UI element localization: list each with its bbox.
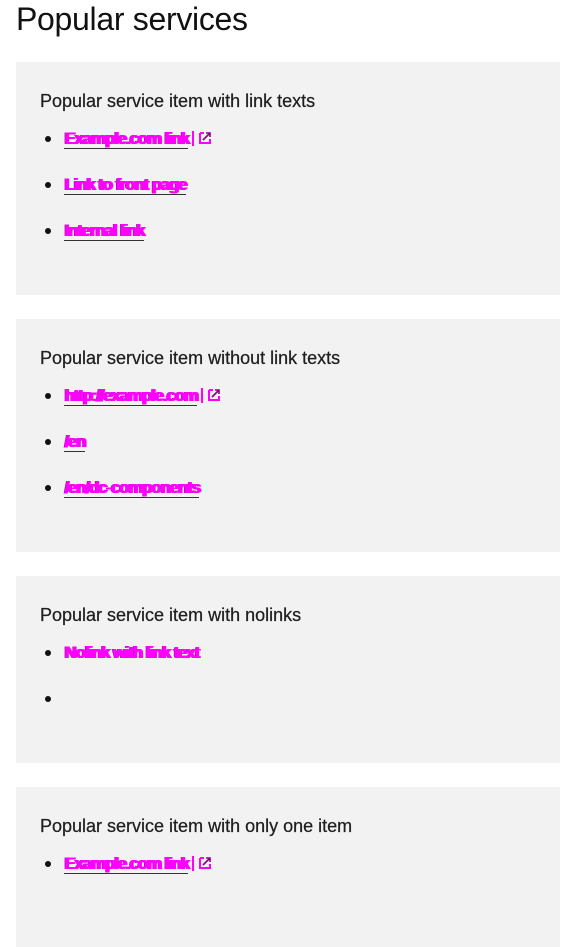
- card-title: Popular service item with only one item: [40, 816, 353, 836]
- popular-service-card: Popular service item without link texts …: [16, 319, 560, 552]
- bullet-icon: [45, 696, 51, 702]
- bullet-icon: [45, 650, 51, 656]
- card-title: Popular service item with nolinks: [40, 605, 302, 625]
- card-title: Popular service item without link texts: [40, 348, 341, 368]
- service-link-example-com[interactable]: Example.com link: [64, 129, 190, 149]
- list-item: /en/dc-components: [40, 478, 536, 525]
- bullet-icon: [45, 228, 51, 234]
- service-link-list: Example.com link: [40, 854, 536, 901]
- list-item: Nolink with link text: [40, 644, 536, 690]
- list-item: Internal link: [40, 221, 536, 268]
- popular-service-card: Popular service item with nolinks Nolink…: [16, 576, 560, 763]
- service-link-list: Example.com link Link to front page Inte…: [40, 129, 536, 268]
- separator: [201, 388, 204, 403]
- nolink-text: Nolink with link text: [64, 643, 200, 662]
- bullet-icon: [45, 182, 51, 188]
- popular-service-card: Popular service item with link texts Exa…: [16, 62, 560, 295]
- service-link-list: Nolink with link text: [40, 644, 536, 736]
- bullet-icon: [45, 136, 51, 142]
- list-item: http://example.com: [40, 386, 536, 433]
- service-link-list: http://example.com /en /en/dc-components: [40, 386, 536, 525]
- card-title: Popular service item with link texts: [40, 91, 316, 111]
- list-item: Example.com link: [40, 129, 536, 176]
- service-link-dc-components[interactable]: /en/dc-components: [64, 478, 201, 498]
- separator: [192, 856, 195, 871]
- list-item: /en: [40, 432, 536, 479]
- external-link-icon[interactable]: [197, 130, 213, 146]
- service-link-http-example[interactable]: http://example.com: [64, 386, 199, 406]
- service-link-front-page[interactable]: Link to front page: [64, 175, 187, 195]
- bullet-icon: [45, 485, 51, 491]
- service-link-en[interactable]: /en: [64, 432, 86, 452]
- popular-service-card: Popular service item with only one item …: [16, 787, 560, 947]
- separator: [192, 131, 195, 146]
- list-item: Example.com link: [40, 854, 536, 901]
- bullet-icon: [45, 861, 51, 867]
- external-link-icon[interactable]: [197, 855, 213, 871]
- list-item: [40, 690, 536, 736]
- bullet-icon: [45, 439, 51, 445]
- page-title: Popular services: [16, 1, 248, 37]
- service-link-example-com[interactable]: Example.com link: [64, 854, 190, 874]
- list-item: Link to front page: [40, 175, 536, 222]
- service-link-internal[interactable]: Internal link: [64, 221, 145, 241]
- bullet-icon: [45, 393, 51, 399]
- external-link-icon[interactable]: [206, 387, 222, 403]
